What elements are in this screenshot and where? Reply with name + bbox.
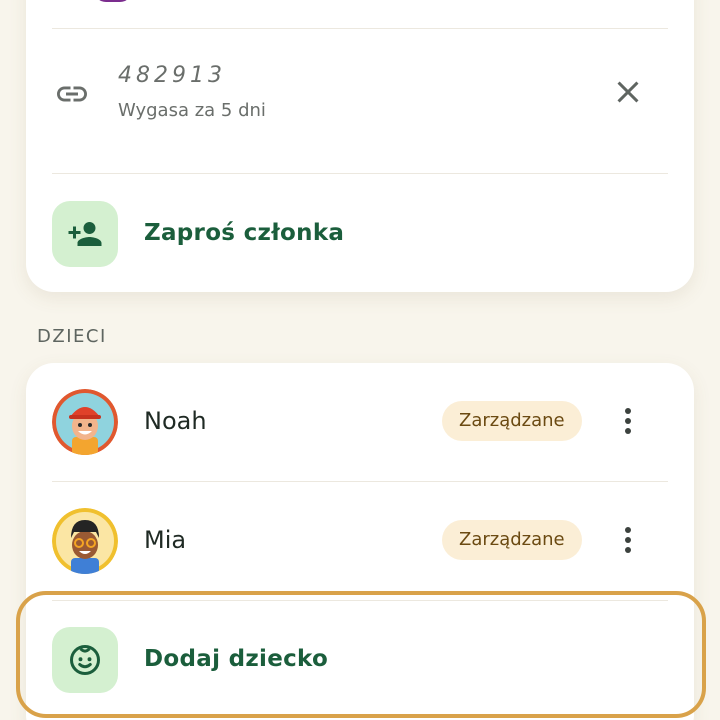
children-section-title: DZIECI — [37, 326, 107, 347]
invite-member-label: Zaproś członka — [144, 220, 345, 246]
child-face-icon — [52, 627, 118, 693]
child-row-noah[interactable]: Noah Zarządzane — [26, 363, 694, 481]
revoke-invite-button[interactable] — [610, 74, 646, 110]
add-child-label: Dodaj dziecko — [144, 646, 329, 672]
invite-code: 482913 — [118, 63, 226, 88]
link-icon — [54, 76, 90, 112]
avatar — [52, 508, 118, 574]
family-screen: 482913 Wygasa za 5 dni Zaproś członka DZ… — [0, 0, 720, 720]
avatar — [52, 389, 118, 455]
child-name: Noah — [144, 407, 207, 435]
invite-expiry: Wygasa za 5 dni — [118, 100, 266, 121]
members-card: 482913 Wygasa za 5 dni Zaproś członka — [26, 0, 694, 292]
member-avatar — [94, 0, 132, 2]
close-icon — [617, 81, 639, 103]
add-child-button[interactable]: Dodaj dziecko — [26, 601, 694, 719]
managed-badge: Zarządzane — [442, 520, 582, 560]
more-vertical-icon[interactable] — [610, 403, 646, 439]
divider — [52, 28, 668, 29]
invite-member-button[interactable]: Zaproś członka — [26, 174, 694, 292]
child-row-mia[interactable]: Mia Zarządzane — [26, 482, 694, 600]
managed-badge: Zarządzane — [442, 401, 582, 441]
child-name: Mia — [144, 526, 187, 554]
children-card: Noah Zarządzane Mia Zarządzane Dodaj dzi… — [26, 363, 694, 720]
person-add-icon — [52, 201, 118, 267]
more-vertical-icon[interactable] — [610, 522, 646, 558]
invite-code-row: 482913 Wygasa za 5 dni — [26, 30, 694, 173]
